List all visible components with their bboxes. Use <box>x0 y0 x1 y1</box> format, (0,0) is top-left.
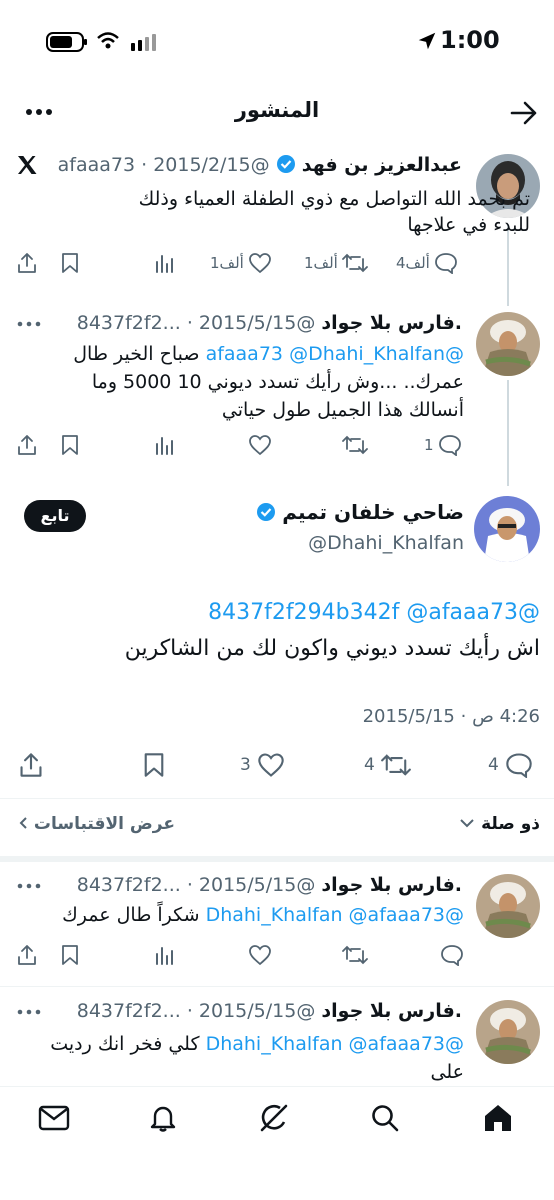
battery-icon <box>46 31 88 57</box>
views-icon[interactable] <box>154 944 176 966</box>
author-name[interactable]: ضاحي خلفان تميم <box>282 500 464 524</box>
retweet-button[interactable]: 1ألف <box>304 252 368 274</box>
follow-button[interactable]: تابع <box>24 500 86 532</box>
retweet-icon <box>341 253 368 273</box>
more-options-icon[interactable] <box>16 1008 42 1016</box>
avatar[interactable] <box>476 874 540 938</box>
retweet-icon <box>342 945 368 965</box>
messages-icon[interactable] <box>38 1105 70 1131</box>
reply-button[interactable]: 4 <box>488 752 533 778</box>
share-icon[interactable] <box>18 752 44 778</box>
bottom-nav <box>0 1086 554 1200</box>
bookmark-icon[interactable] <box>60 944 80 966</box>
author-name[interactable]: .فارس بلا جواد <box>321 1000 462 1022</box>
reply-tweet[interactable]: .فارس بلا جواد @8437f2f2... · 2015/5/15 … <box>0 862 554 986</box>
thread-tweet[interactable]: عبدالعزيز بن فهد @afaaa73 · 2015/2/15 تم… <box>0 148 554 288</box>
mention-link[interactable]: @Dhahi_Khalfan @afaaa73 <box>206 1033 464 1055</box>
tweet-text: تم بحمد الله التواصل مع ذوي الطفلة العمي… <box>138 188 530 236</box>
home-icon[interactable] <box>482 1103 514 1133</box>
like-button[interactable] <box>248 944 272 966</box>
status-time: 1:00 <box>440 26 500 54</box>
avatar[interactable] <box>476 312 540 376</box>
search-icon[interactable] <box>370 1103 400 1133</box>
back-arrow-icon[interactable] <box>510 100 538 126</box>
tweet-date[interactable]: 2015/5/15 <box>199 1000 296 1022</box>
view-quotes-link[interactable]: عرض الاقتباسات <box>18 814 175 834</box>
reply-icon <box>434 253 457 274</box>
like-button[interactable] <box>248 434 272 456</box>
heart-icon <box>258 753 284 777</box>
retweet-button[interactable]: 4 <box>364 752 411 778</box>
avatar[interactable] <box>476 1000 540 1064</box>
share-icon[interactable] <box>16 944 38 966</box>
reply-button[interactable]: 1 <box>424 434 462 456</box>
retweet-icon <box>380 754 411 776</box>
bookmark-icon[interactable] <box>60 434 80 456</box>
reply-icon <box>441 945 463 966</box>
chevron-left-icon <box>19 817 27 829</box>
author-name[interactable]: .فارس بلا جواد <box>321 312 462 334</box>
tweet-header: .فارس بلا جواد @8437f2f2... · 2015/5/15 <box>76 1000 462 1022</box>
reply-icon <box>506 753 532 778</box>
verified-badge-icon <box>256 502 276 522</box>
heart-icon <box>249 945 271 966</box>
divider <box>0 986 554 987</box>
tweet-header: .فارس بلا جواد @8437f2f2... · 2015/5/15 <box>76 312 462 334</box>
main-author: ضاحي خلفان تميم <box>256 500 464 524</box>
like-button[interactable]: 3 <box>240 752 285 778</box>
bookmark-icon[interactable] <box>142 752 166 778</box>
tweet-header: .فارس بلا جواد @8437f2f2... · 2015/5/15 <box>76 874 462 896</box>
reply-button[interactable]: 4ألف <box>396 252 458 274</box>
tweet-date[interactable]: 2015/5/15 <box>199 312 296 334</box>
mention-link[interactable]: @Dhahi_Khalfan @afaaa73 <box>206 904 464 926</box>
verified-badge-icon <box>276 154 296 174</box>
grok-icon[interactable] <box>258 1102 290 1134</box>
author-name[interactable]: .فارس بلا جواد <box>321 874 462 896</box>
like-button[interactable]: 1ألف <box>210 252 272 274</box>
tweet-timestamp: 4:26 ص · 2015/5/15 <box>362 706 540 727</box>
chevron-down-icon <box>460 819 474 828</box>
author-handle[interactable]: @Dhahi_Khalfan <box>308 532 464 554</box>
author-name[interactable]: عبدالعزيز بن فهد <box>302 154 462 176</box>
views-icon[interactable] <box>154 252 176 274</box>
page-title: المنشور <box>234 98 320 122</box>
share-icon[interactable] <box>16 434 38 456</box>
reply-icon <box>438 435 461 456</box>
signal-icon <box>130 33 158 55</box>
notifications-icon[interactable] <box>148 1103 178 1133</box>
tweet-text: @Dhahi_Khalfan @afaaa73 كلي فخر انك رديت… <box>50 1033 464 1083</box>
heart-icon <box>248 253 271 274</box>
mention-links[interactable]: @8437f2f294b342f @afaaa73 <box>208 600 540 625</box>
status-bar: 1:00 <box>0 0 554 80</box>
thread-tweet[interactable]: .فارس بلا جواد @8437f2f2... · 2015/5/15 … <box>0 306 554 456</box>
heart-icon <box>249 435 271 456</box>
tweet-header: عبدالعزيز بن فهد @afaaa73 · 2015/2/15 <box>57 154 462 176</box>
x-logo-icon <box>16 154 38 176</box>
tweet-date[interactable]: 2015/5/15 <box>199 874 296 896</box>
retweet-button[interactable] <box>342 434 368 456</box>
wifi-icon <box>96 31 120 55</box>
retweet-button[interactable] <box>342 944 368 966</box>
location-arrow-icon <box>416 30 438 56</box>
tweet-date[interactable]: 2015/2/15 <box>153 154 250 176</box>
share-icon[interactable] <box>16 252 38 274</box>
sort-relevance-button[interactable]: ذو صلة <box>459 814 540 834</box>
views-icon[interactable] <box>154 434 176 456</box>
tweet-text: @afaaa73 @Dhahi_Khalfan صباح الخير طال ع… <box>73 343 464 421</box>
retweet-icon <box>342 435 368 455</box>
bookmark-icon[interactable] <box>60 252 80 274</box>
divider <box>0 798 554 799</box>
more-options-icon[interactable] <box>16 882 42 890</box>
mention-link[interactable]: @Dhahi_Khalfan <box>289 343 445 365</box>
header-bar: المنشور <box>0 88 554 138</box>
reply-tweet[interactable]: .فارس بلا جواد @8437f2f2... · 2015/5/15 … <box>0 988 554 1088</box>
more-options-icon[interactable] <box>16 320 42 328</box>
reply-button[interactable] <box>440 944 464 966</box>
avatar[interactable] <box>474 496 540 562</box>
main-tweet-text: اش رأيك تسدد ديوني واكون لك من الشاكرين <box>124 636 540 661</box>
tweet-text: @Dhahi_Khalfan @afaaa73 شكراً طال عمرك <box>62 904 464 926</box>
